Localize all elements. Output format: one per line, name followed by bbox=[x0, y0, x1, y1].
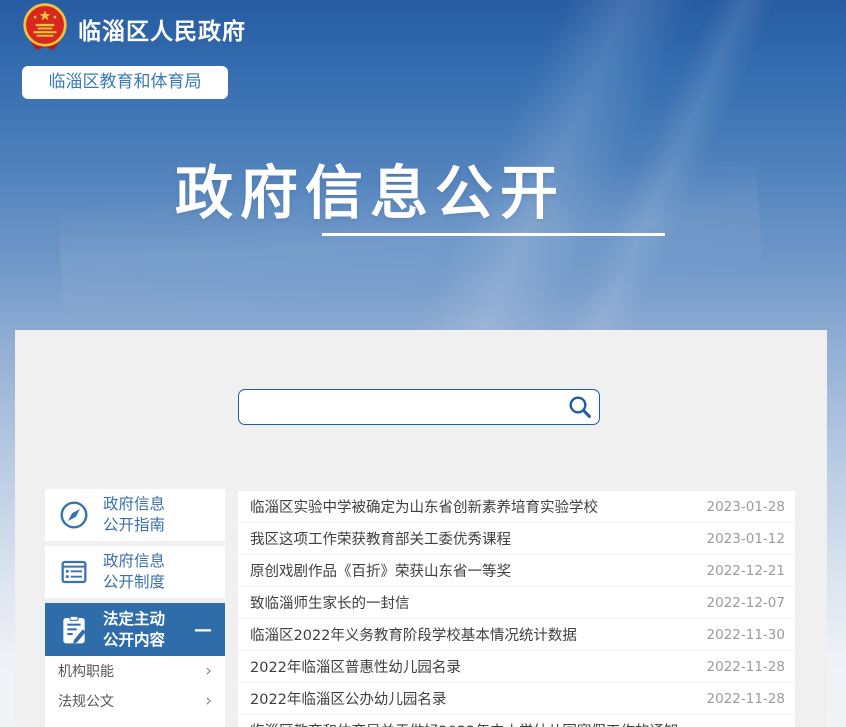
news-link[interactable]: 致临淄师生家长的一封信 bbox=[250, 592, 410, 613]
sidebar: 政府信息 公开指南 政府信息 公开制度 bbox=[45, 489, 225, 727]
search-input[interactable] bbox=[247, 390, 557, 424]
news-date: 2023-01-12 bbox=[707, 531, 785, 547]
clipboard-pen-icon bbox=[45, 614, 103, 646]
page-title: 政府信息公开 bbox=[150, 146, 590, 230]
sidebar-item-label: 政府信息 公开制度 bbox=[103, 551, 165, 593]
news-date: 2022-11-28 bbox=[707, 691, 785, 707]
news-row: 我区这项工作荣获教育部关工委优秀课程 2023-01-12 bbox=[238, 523, 795, 555]
chevron-right-icon: › bbox=[205, 693, 212, 710]
sidebar-submenu: 机构职能 › 法规公文 › bbox=[45, 656, 225, 727]
gov-info-disclosure-page: { "colors": { "header_blue": "#2d64a9", … bbox=[0, 0, 846, 727]
news-date: 2022-11-28 bbox=[707, 659, 785, 675]
news-link[interactable]: 2022年临淄区普惠性幼儿园名录 bbox=[250, 656, 461, 677]
news-row-partial: 临淄区教育和体育局关于做好2022年中小学幼儿园寒假工作的通知 bbox=[238, 715, 795, 727]
compass-icon bbox=[45, 499, 103, 531]
sidebar-item-gov-info-guide[interactable]: 政府信息 公开指南 bbox=[45, 489, 225, 541]
news-date: 2022-12-07 bbox=[707, 595, 785, 611]
sidebar-item-label: 法定主动 公开内容 bbox=[103, 609, 165, 651]
news-row: 致临淄师生家长的一封信 2022-12-07 bbox=[238, 587, 795, 619]
submenu-item-agency-functions[interactable]: 机构职能 › bbox=[45, 656, 225, 686]
sidebar-item-gov-info-system[interactable]: 政府信息 公开制度 bbox=[45, 546, 225, 598]
news-date: 2022-11-30 bbox=[707, 627, 785, 643]
news-list: 临淄区实验中学被确定为山东省创新素养培育实验学校 2023-01-28 我区这项… bbox=[238, 491, 795, 727]
collapse-indicator: — bbox=[194, 619, 212, 640]
chevron-right-icon: › bbox=[205, 663, 212, 680]
search-button[interactable] bbox=[565, 393, 595, 423]
news-link[interactable]: 我区这项工作荣获教育部关工委优秀课程 bbox=[250, 528, 511, 549]
news-date: 2023-01-28 bbox=[707, 499, 785, 515]
news-row: 2022年临淄区普惠性幼儿园名录 2022-11-28 bbox=[238, 651, 795, 683]
search-bar bbox=[238, 389, 600, 425]
document-list-icon bbox=[45, 556, 103, 588]
news-link[interactable]: 临淄区2022年义务教育阶段学校基本情况统计数据 bbox=[250, 624, 577, 645]
news-row: 临淄区实验中学被确定为山东省创新素养培育实验学校 2023-01-28 bbox=[238, 491, 795, 523]
news-link[interactable]: 临淄区教育和体育局关于做好2022年中小学幼儿园寒假工作的通知 bbox=[250, 720, 678, 727]
news-link[interactable]: 临淄区实验中学被确定为山东省创新素养培育实验学校 bbox=[250, 496, 598, 517]
sidebar-item-label: 政府信息 公开指南 bbox=[103, 494, 165, 536]
title-underline bbox=[322, 233, 665, 236]
search-icon bbox=[567, 394, 593, 420]
news-row: 原创戏剧作品《百折》荣获山东省一等奖 2022-12-21 bbox=[238, 555, 795, 587]
sidebar-item-statutory-disclosure[interactable]: 法定主动 公开内容 — bbox=[45, 603, 225, 656]
banner-light-streak bbox=[557, 0, 783, 374]
content-panel: 政府信息 公开指南 政府信息 公开制度 bbox=[15, 330, 827, 727]
national-emblem-icon bbox=[20, 2, 70, 52]
department-button[interactable]: 临淄区教育和体育局 bbox=[22, 66, 228, 99]
site-title: 临淄区人民政府 bbox=[78, 12, 246, 46]
news-link[interactable]: 原创戏剧作品《百折》荣获山东省一等奖 bbox=[250, 560, 511, 581]
news-row: 2022年临淄区公办幼儿园名录 2022-11-28 bbox=[238, 683, 795, 715]
news-row: 临淄区2022年义务教育阶段学校基本情况统计数据 2022-11-30 bbox=[238, 619, 795, 651]
news-date: 2022-12-21 bbox=[707, 563, 785, 579]
news-link[interactable]: 2022年临淄区公办幼儿园名录 bbox=[250, 688, 446, 709]
submenu-item-regulations[interactable]: 法规公文 › bbox=[45, 686, 225, 716]
